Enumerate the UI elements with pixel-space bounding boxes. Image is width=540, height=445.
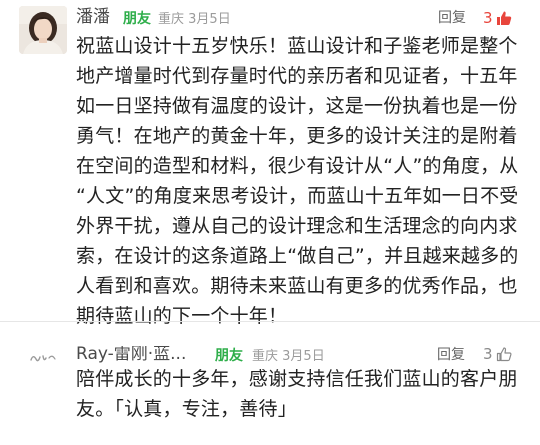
comment-body-line: 索，在设计的这条道路上“做自己”，并且越来越多的 [76,245,519,267]
comment-body-line: 勇气！在地产的黄金十年，更多的设计关注的是附着 [76,125,518,147]
comment-body: 祝蓝山设计十五岁快乐！蓝山设计和子鉴老师是整个 地产增量时代到存量时代的亲历者和… [76,31,524,331]
reply-button[interactable]: 回复 [438,11,466,25]
like-count: 3 [483,344,493,363]
comment-body-line: 如一日坚持做有温度的设计，这是一份执着也是一份 [76,95,518,117]
friend-tag: 朋友 [123,11,151,27]
comment-body-line: 地产增量时代到存量时代的亲历者和见证者，十五年 [76,65,518,87]
user-avatar[interactable] [19,335,67,383]
comment-body: 陪伴成长的十多年，感谢支持信任我们蓝山的客户朋 友。「认真，专注，善待」 [76,364,524,424]
reply-button[interactable]: 回复 [437,348,465,362]
comment-meta: 重庆 3月5日 [252,350,325,363]
comment-item: 潘潘 朋友 重庆 3月5日 回复 3 祝蓝山设计十五岁快乐！蓝山设计和子鉴老师是… [0,0,540,327]
user-name[interactable]: Ray-雷刚·蓝... [76,346,208,363]
comment-body-line: 祝蓝山设计十五岁快乐！蓝山设计和子鉴老师是整个 [76,35,518,57]
comment-location: 重庆 [252,349,279,364]
user-photo-avatar-icon [19,6,67,54]
comment-body-line: 陪伴成长的十多年，感谢支持信任我们蓝山的客户朋 [76,368,518,390]
comment-body-line: “人文”的角度来思考设计，而蓝山十五年如一日不受 [76,185,519,207]
comment-date: 3月5日 [188,12,231,27]
signature-logo-avatar-icon [19,335,67,383]
user-name[interactable]: 潘潘 [76,9,110,26]
like-button[interactable]: 3 [483,343,512,365]
user-avatar[interactable] [19,6,67,54]
comment-date: 3月5日 [282,349,325,364]
friend-tag: 朋友 [215,348,243,364]
comment-location: 重庆 [158,12,185,27]
like-count: 3 [483,8,493,27]
comment-body-line: 在空间的造型和材料，很少有设计从“人”的角度，从 [76,155,519,177]
comment-body-line: 人看到和喜欢。期待未来蓝山有更多的优秀作品，也 [76,275,518,297]
comment-body-line: 外界干扰，遵从自己的设计理念和生活理念的向内求 [76,215,518,237]
thumbs-up-outline-icon [496,346,512,362]
comment-body-line: 友。「认真，专注，善待」 [76,398,297,420]
comment-meta: 重庆 3月5日 [158,13,231,26]
thumbs-up-icon [496,10,512,26]
comment-list: 潘潘 朋友 重庆 3月5日 回复 3 祝蓝山设计十五岁快乐！蓝山设计和子鉴老师是… [0,0,540,445]
like-button[interactable]: 3 [483,7,512,29]
